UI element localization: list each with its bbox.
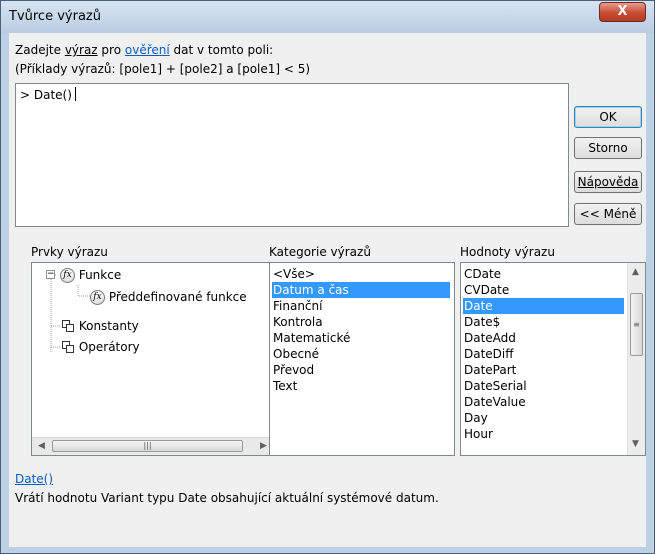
horizontal-scrollbar[interactable]: ◀ ||| ▶	[32, 437, 274, 455]
scroll-left-icon[interactable]: ◀	[38, 441, 45, 451]
ok-button[interactable]: OK	[574, 106, 642, 128]
list-item-category[interactable]: <Vše>	[272, 266, 315, 282]
close-button[interactable]: X	[599, 2, 646, 22]
examples-text: (Příklady výrazů: [pole1] + [pole2] a [p…	[15, 62, 311, 76]
list-item-value[interactable]: CVDate	[463, 282, 509, 298]
fx-icon: fx	[90, 290, 105, 305]
values-list[interactable]: CDate CVDate Date Date$ DateAdd DateDiff…	[460, 262, 646, 456]
horizontal-scroll-thumb[interactable]: |||	[52, 440, 243, 452]
instruction-text: Zadejte výraz pro ověření dat v tomto po…	[15, 43, 273, 57]
categories-label: Kategorie výrazů	[269, 245, 371, 259]
constants-icon	[62, 320, 75, 333]
text-caret	[74, 87, 76, 101]
list-item-value[interactable]: DatePart	[463, 362, 516, 378]
values-label: Hodnoty výrazu	[460, 245, 555, 259]
collapse-icon[interactable]: −	[46, 270, 55, 279]
instruction-prefix: Zadejte	[15, 43, 65, 57]
list-item-category[interactable]: Text	[272, 378, 297, 394]
list-item-value[interactable]: Hour	[463, 426, 493, 442]
instruction-middle: pro	[97, 43, 125, 57]
list-item-value[interactable]: DateSerial	[463, 378, 527, 394]
expression-builder-window: Tvůrce výrazů X Zadejte výraz pro ověřen…	[0, 0, 655, 554]
dialog-body: Zadejte výraz pro ověření dat v tomto po…	[9, 33, 646, 547]
less-button[interactable]: << Méně	[574, 203, 642, 225]
scroll-right-icon[interactable]: ▶	[260, 441, 267, 451]
vertical-scroll-thumb[interactable]: ≡	[630, 293, 643, 356]
help-button[interactable]: Nápověda	[574, 171, 642, 193]
scroll-up-icon[interactable]: ▲	[632, 267, 639, 277]
vertical-scrollbar[interactable]: ▲ ≡ ▼	[627, 263, 645, 455]
expression-elements-tree[interactable]: − fx Funkce fx Předdefinované funkce Kon…	[31, 262, 275, 456]
scroll-down-icon[interactable]: ▼	[632, 439, 639, 449]
list-item-value-selected[interactable]: Date	[463, 298, 624, 314]
cancel-button[interactable]: Storno	[574, 137, 642, 159]
list-item-value[interactable]: DateValue	[463, 394, 526, 410]
list-item-value[interactable]: DateDiff	[463, 346, 514, 362]
categories-list[interactable]: <Vše> Datum a čas Finanční Kontrola Mate…	[269, 262, 455, 456]
list-item-category[interactable]: Kontrola	[272, 314, 323, 330]
tree-item-builtin-functions[interactable]: fx Předdefinované funkce	[90, 288, 247, 306]
list-item-category[interactable]: Obecné	[272, 346, 319, 362]
tree-item-builtin-label: Předdefinované funkce	[108, 290, 247, 304]
fx-icon: fx	[60, 268, 75, 283]
instruction-word: výraz	[64, 43, 98, 57]
tree-item-constants-label: Konstanty	[78, 319, 139, 333]
title-bar[interactable]: Tvůrce výrazů X	[1, 1, 654, 33]
tree-item-functions-label: Funkce	[78, 268, 122, 282]
close-icon: X	[617, 4, 628, 19]
tree-item-functions-content: fx Funkce	[60, 266, 121, 284]
tree-item-operators[interactable]: Operátory	[62, 338, 140, 356]
function-syntax-link[interactable]: Date()	[15, 472, 53, 486]
list-item-value[interactable]: CDate	[463, 266, 501, 282]
function-description: Vrátí hodnotu Variant typu Date obsahují…	[15, 491, 439, 505]
list-item-value[interactable]: Day	[463, 410, 488, 426]
elements-label: Prvky výrazu	[31, 245, 108, 259]
list-item-category[interactable]: Finanční	[272, 298, 322, 314]
window-title: Tvůrce výrazů	[9, 9, 101, 24]
list-item-category-selected[interactable]: Datum a čas	[272, 282, 450, 298]
list-item-value[interactable]: DateAdd	[463, 330, 516, 346]
tree-item-constants[interactable]: Konstanty	[62, 317, 139, 335]
instruction-suffix: dat v tomto poli:	[169, 43, 274, 57]
validation-link[interactable]: ověření	[125, 43, 170, 57]
list-item-category[interactable]: Matematické	[272, 330, 350, 346]
tree-item-operators-label: Operátory	[78, 340, 140, 354]
list-item-category[interactable]: Převod	[272, 362, 314, 378]
expression-input[interactable]: > Date()	[15, 83, 569, 227]
list-item-value[interactable]: Date$	[463, 314, 500, 330]
expression-value: > Date()	[20, 88, 72, 102]
operators-icon	[62, 341, 75, 354]
